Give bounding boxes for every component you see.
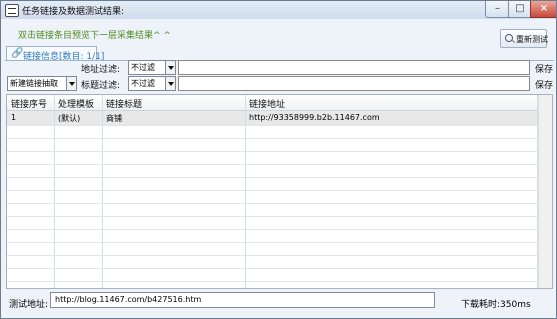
task-test-window: 任务链接及数据测试结果: – □ × 双击链接条目预览下一层采集结果^ ^ 重新… [0,0,557,319]
retest-label: 重新测试 [516,35,548,44]
vertical-scrollbar[interactable] [538,95,552,288]
maximize-button[interactable]: □ [508,1,532,18]
test-address-value: http://blog.11467.com/b427516.htm [55,295,202,304]
grid-line [7,138,537,139]
title-filter-value: 不过滤 [131,79,155,88]
application-icon [5,4,19,17]
row-link-url: http://93358999.b2b.11467.com [249,113,380,122]
row-template: (默认) [58,114,81,123]
retest-button[interactable]: 重新测试 [500,29,548,48]
grid-line [7,125,537,126]
column-divider [245,95,246,288]
grid-line [7,203,537,204]
magnifier-icon [505,34,513,42]
chevron-down-icon [66,77,76,90]
title-filter-label: 标题过滤: [81,81,121,91]
save-address-filter-button[interactable]: 保存 [535,62,553,75]
test-address-field[interactable]: http://blog.11467.com/b427516.htm [50,292,435,308]
tab-link-info[interactable]: 🔗 链接信息[数目: 1/1] [6,46,104,62]
title-bar: 任务链接及数据测试结果: – □ × [1,1,556,19]
address-filter-value: 不过滤 [131,63,155,72]
address-filter-select[interactable]: 不过滤 [128,60,176,75]
close-button[interactable]: × [530,1,556,18]
row-link-number: 1 [11,113,17,122]
grid-line [7,281,537,282]
window-title: 任务链接及数据测试结果: [22,7,125,17]
table-row[interactable]: 1 (默认) 商铺 http://93358999.b2b.11467.com [7,111,537,125]
link-icon: 🔗 [11,48,24,59]
grid-line [7,216,537,217]
extract-mode-value: 新建链接抽取 [10,79,58,88]
grid-line [7,177,537,178]
address-filter-label: 地址过滤: [81,65,121,75]
column-template[interactable]: 处理模板 [58,97,94,110]
chevron-down-icon [165,77,175,90]
column-divider [54,95,55,288]
table-header: 链接序号 处理模板 链接标题 链接地址 [7,95,537,111]
test-address-label: 测试地址: [9,300,49,310]
test-address-bar: 测试地址: http://blog.11467.com/b427516.htm … [1,292,556,318]
preview-hint: 双击链接条目预览下一层采集结果^ ^ [18,31,171,41]
grid-line [7,151,537,152]
download-time: 下载耗时:350ms [461,300,531,310]
chevron-down-icon [165,61,175,74]
row-link-title: 商铺 [106,114,122,123]
grid-line [7,164,537,165]
column-link-number[interactable]: 链接序号 [11,97,47,110]
link-table[interactable]: 链接序号 处理模板 链接标题 链接地址 1 (默认) 商铺 http://933… [6,94,553,289]
grid-line [7,190,537,191]
column-link-title[interactable]: 链接标题 [106,97,142,110]
grid-line [7,242,537,243]
column-link-url[interactable]: 链接地址 [249,97,285,110]
grid-line [7,268,537,269]
grid-line [7,255,537,256]
address-filter-input[interactable] [178,60,530,75]
extract-mode-select[interactable]: 新建链接抽取 [7,76,77,91]
grid-line [7,229,537,230]
column-divider [102,95,103,288]
title-filter-input[interactable] [178,76,530,91]
minimize-button[interactable]: – [485,1,510,18]
title-filter-select[interactable]: 不过滤 [128,76,176,91]
save-title-filter-button[interactable]: 保存 [535,78,553,91]
